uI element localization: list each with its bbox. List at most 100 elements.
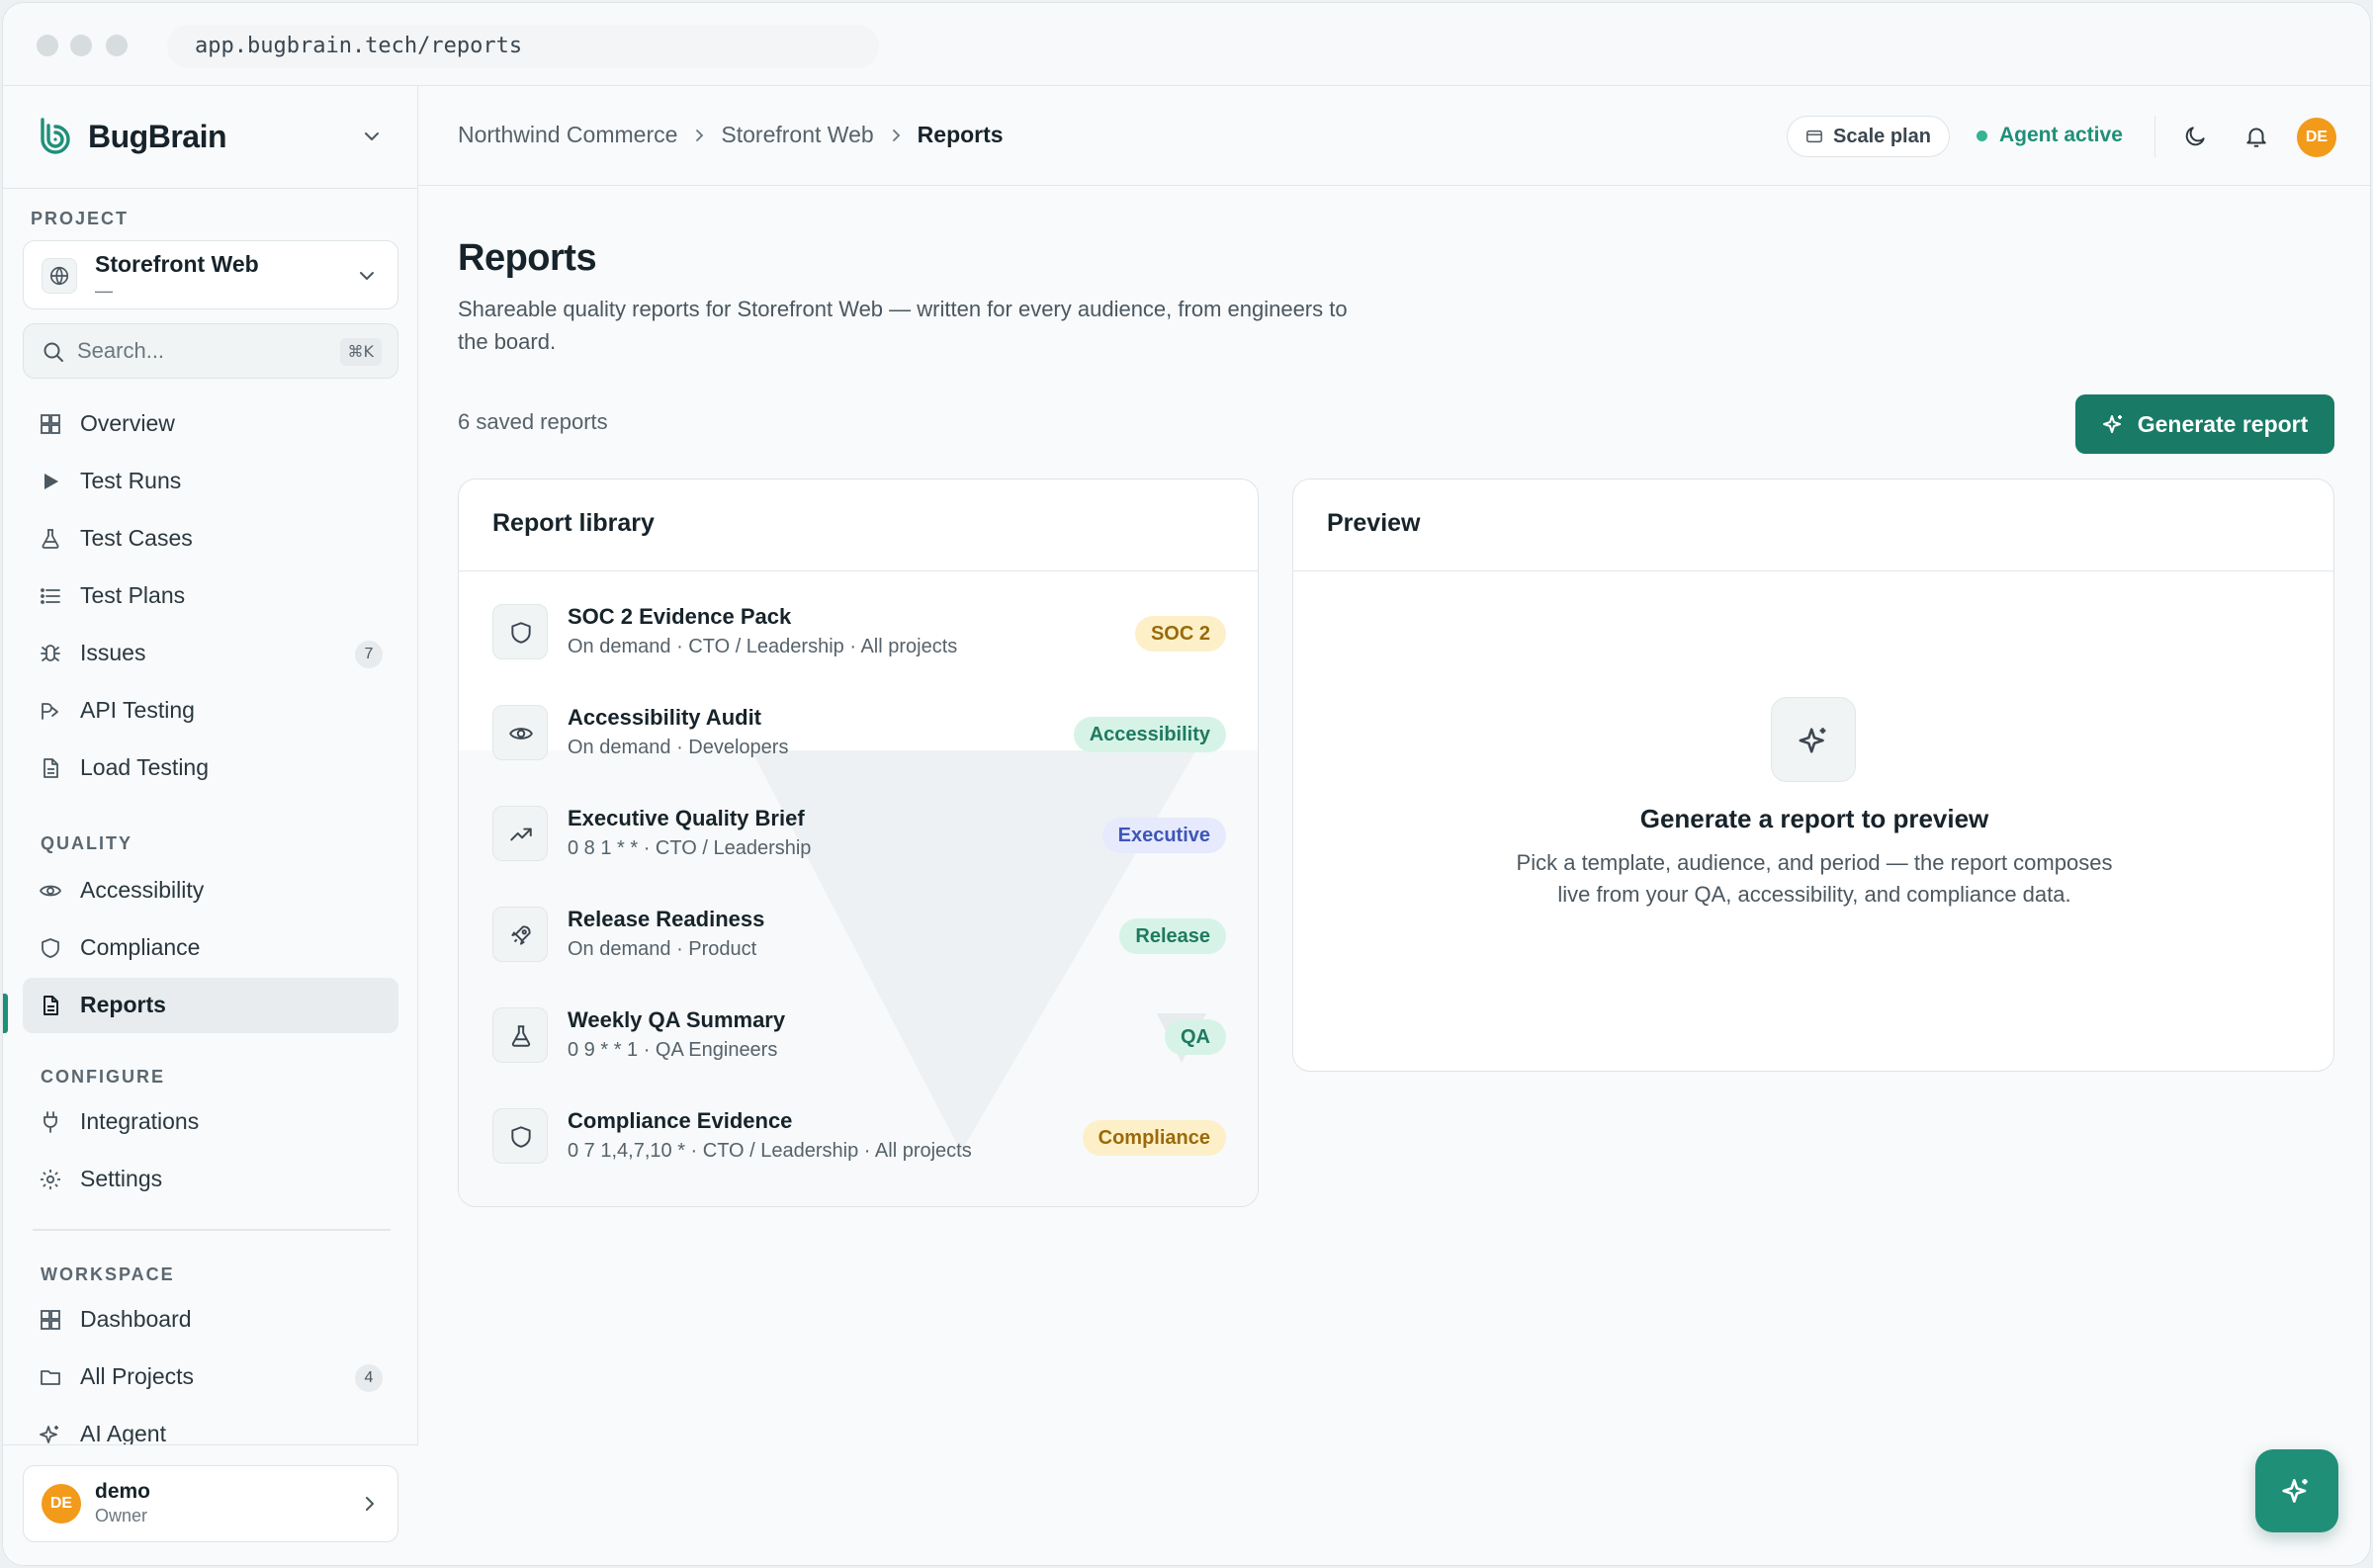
report-row[interactable]: Accessibility Audit On demand · Develope… [492,695,1226,774]
top-header: Northwind Commerce Storefront Web Report… [418,86,2370,186]
sidebar-item-test-runs[interactable]: Test Runs [23,454,398,509]
header-avatar[interactable]: DE [2297,118,2336,157]
window-minimize-dot[interactable] [70,35,92,56]
sidebar-item-integrations[interactable]: Integrations [23,1094,398,1150]
rocket-icon [511,925,531,945]
sidebar-item-label: Settings [80,1166,163,1191]
preview-empty-description: Pick a template, audience, and period — … [1516,850,2113,907]
sidebar-item-api-testing[interactable]: API Testing [23,683,398,739]
sidebar-item-label: Dashboard [80,1306,192,1332]
grid-icon [41,414,60,434]
chevron-down-icon[interactable] [361,126,383,147]
report-icon-wrap [492,1108,548,1164]
section-label-quality: QUALITY [41,833,132,853]
report-library-card: Report library SOC 2 Evidence Pack On de… [458,479,1259,1207]
eye-icon [39,885,62,897]
report-meta: 0 9 * * 1 · QA Engineers [568,1039,778,1061]
active-indicator [3,994,8,1033]
sidebar-item-overview[interactable]: Overview [23,396,398,452]
plan-label: Scale plan [1833,125,1931,147]
search-input[interactable] [77,334,314,368]
sidebar-item-test-plans[interactable]: Test Plans [23,568,398,624]
preview-icon-wrap [1771,697,1856,782]
page-subtitle: Shareable quality reports for Storefront… [458,297,1348,354]
sidebar-item-label: Accessibility [80,877,205,903]
sidebar-item-test-cases[interactable]: Test Cases [23,511,398,566]
preview-card: Preview Generate a report to preview Pic… [1292,479,2334,1072]
project-globe-wrap [42,258,77,294]
plan-badge[interactable]: Scale plan [1787,116,1950,157]
shield-icon [511,1126,531,1148]
breadcrumb-org[interactable]: Northwind Commerce [458,122,677,148]
report-icon-wrap [492,604,548,659]
play-icon [44,474,58,489]
bell-icon[interactable] [2243,124,2269,149]
sidebar-divider [33,1229,391,1231]
sidebar-item-load-testing[interactable]: Load Testing [23,740,398,796]
sidebar-item-all-projects[interactable]: All Projects 4 [23,1350,398,1405]
sidebar-item-accessibility[interactable]: Accessibility [23,863,398,918]
report-icon-wrap [492,1007,548,1063]
flask-icon [42,529,59,549]
report-icon-wrap [492,907,548,962]
section-label-configure: CONFIGURE [41,1067,165,1087]
user-name: demo [95,1480,151,1503]
gear-icon [41,1170,60,1189]
sparkle-icon [2102,415,2122,433]
header-divider [2154,116,2155,157]
report-row[interactable]: Release Readiness On demand · Product Re… [492,897,1226,976]
user-card: DE demo Owner [3,1444,418,1565]
sidebar-item-reports[interactable]: Reports [23,978,398,1033]
card-icon [1806,130,1822,143]
address-bar[interactable]: app.bugbrain.tech/reports [167,25,879,68]
report-icon-wrap [492,806,548,861]
bugbrain-logo-icon [41,118,70,154]
sidebar-item-label: Test Runs [80,468,182,493]
preview-empty-title: Generate a report to preview [1639,804,1989,833]
moon-icon[interactable] [2182,124,2208,149]
sidebar-item-settings[interactable]: Settings [23,1152,398,1207]
agent-status[interactable]: Agent active [1977,124,2123,147]
sidebar-item-label: Overview [80,410,175,436]
bug-icon [41,645,60,661]
browser-titlebar: app.bugbrain.tech/reports [3,3,2370,86]
report-row[interactable]: Executive Quality Brief 0 8 1 * * · CTO … [492,796,1226,875]
sidebar-search[interactable]: ⌘K [23,323,398,379]
sidebar-item-compliance[interactable]: Compliance [23,920,398,976]
sidebar-item-label: Test Cases [80,525,193,551]
ai-assistant-button[interactable] [2255,1449,2338,1532]
window-zoom-dot[interactable] [106,35,128,56]
report-row[interactable]: SOC 2 Evidence Pack On demand · CTO / Le… [492,594,1226,673]
project-selector[interactable]: Storefront Web — [23,240,398,309]
sidebar: BugBrain PROJECT Storefront Web — ⌘K Ove… [3,86,418,1565]
chevron-right-icon [892,129,900,141]
sidebar-item-dashboard[interactable]: Dashboard [23,1292,398,1348]
window-close-dot[interactable] [37,35,58,56]
generate-report-button[interactable]: Generate report [2075,394,2334,454]
sparkle-icon [2282,1479,2308,1503]
report-name: Accessibility Audit [568,705,762,730]
list-icon [41,588,60,604]
trend-icon [510,828,532,841]
report-tag: SOC 2 [1134,616,1226,652]
brand-header[interactable]: BugBrain [3,86,418,189]
sidebar-item-label: Integrations [80,1108,200,1134]
report-meta: On demand · Developers [568,737,789,758]
chevron-right-icon [696,129,704,141]
report-row[interactable]: Compliance Evidence 0 7 1,4,7,10 * · CTO… [492,1098,1226,1177]
breadcrumb-project[interactable]: Storefront Web [721,122,873,148]
report-tag: Executive [1101,818,1226,853]
user-menu-button[interactable]: DE demo Owner [23,1465,398,1542]
report-icon-wrap [492,705,548,760]
report-meta: On demand · CTO / Leadership · All proje… [568,636,958,657]
report-meta: 0 7 1,4,7,10 * · CTO / Leadership · All … [568,1140,972,1162]
sidebar-item-label: Load Testing [80,754,210,780]
saved-reports-count: 6 saved reports [458,409,608,434]
folder-icon [41,1370,60,1385]
sidebar-item-label: Compliance [80,934,201,960]
breadcrumb-current: Reports [917,122,1004,147]
sidebar-item-issues[interactable]: Issues 7 [23,626,398,681]
avatar: DE [42,1484,81,1524]
shield-icon [42,938,59,958]
report-row[interactable]: Weekly QA Summary 0 9 * * 1 · QA Enginee… [492,998,1226,1077]
